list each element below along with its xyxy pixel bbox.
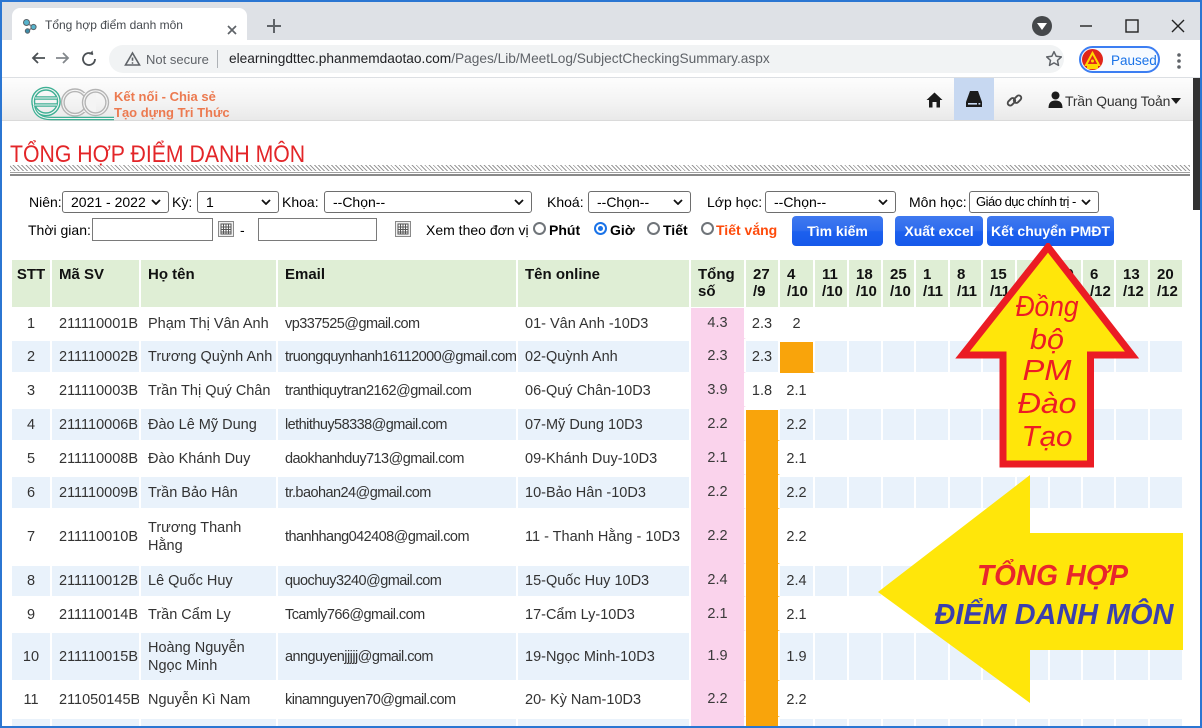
svg-text:PM: PM bbox=[1023, 355, 1073, 387]
svg-text:bộ: bộ bbox=[1030, 324, 1064, 356]
svg-text:Đào: Đào bbox=[1018, 388, 1077, 420]
svg-text:Đồng: Đồng bbox=[1016, 291, 1079, 323]
svg-text:ĐIỂM DANH MÔN: ĐIỂM DANH MÔN bbox=[935, 597, 1175, 631]
svg-text:Tạo: Tạo bbox=[1022, 421, 1073, 453]
svg-text:TỔNG HỢP: TỔNG HỢP bbox=[977, 558, 1129, 592]
